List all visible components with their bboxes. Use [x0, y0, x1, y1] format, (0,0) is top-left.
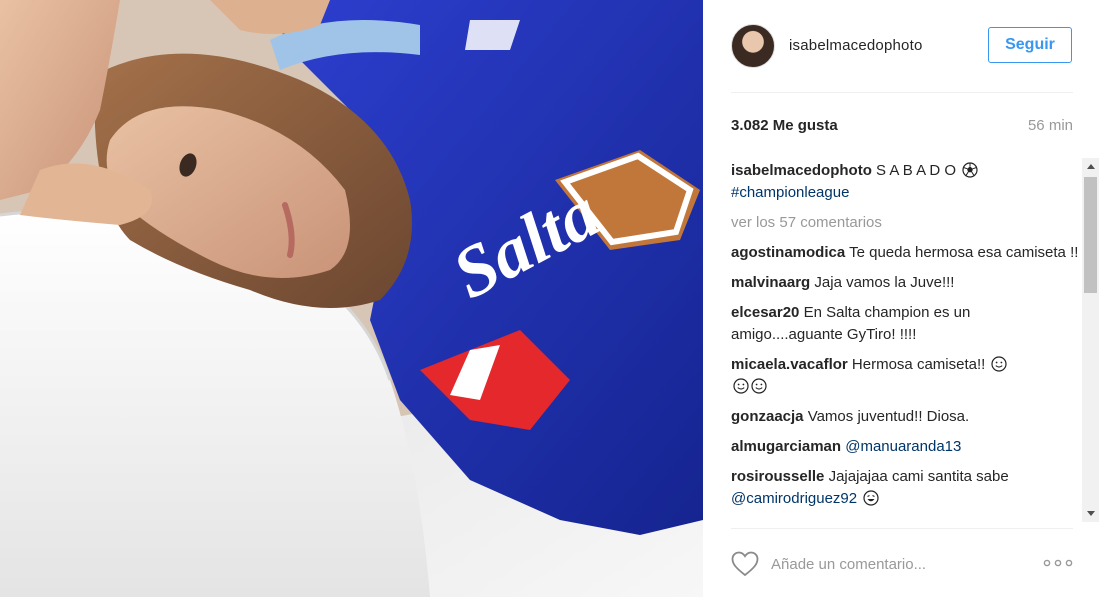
caption-username[interactable]: isabelmacedophoto [731, 162, 872, 179]
scroll-up-arrow-icon[interactable] [1082, 158, 1099, 175]
comment-text: Vamos juventud!! Diosa. [807, 408, 970, 425]
comment-username[interactable]: rosirousselle [731, 468, 824, 485]
comment-list[interactable]: isabelmacedophoto S A B A D O #championl… [731, 160, 1081, 522]
comment-mention[interactable]: @manuaranda13 [845, 438, 961, 455]
comment-text: Jaja vamos la Juve!!! [814, 274, 955, 291]
comment-item: agostinamodica Te queda hermosa esa cami… [731, 242, 1081, 264]
comment-text: Hermosa camiseta!! [851, 356, 986, 373]
comment-username[interactable]: elcesar20 [731, 304, 799, 321]
photo-illustration: Salta [0, 0, 703, 597]
comment-username[interactable]: micaela.vacaflor [731, 356, 848, 373]
comment-item: micaela.vacaflor Hermosa camiseta!! [731, 354, 1081, 398]
comment-input[interactable] [771, 552, 1021, 576]
heart-outline-icon[interactable] [731, 551, 759, 577]
post-header: isabelmacedophoto Seguir [703, 0, 1099, 92]
view-all-comments-link[interactable]: ver los 57 comentarios [731, 212, 1081, 234]
comment-username[interactable]: agostinamodica [731, 244, 845, 261]
more-options-icon[interactable] [1043, 557, 1073, 569]
comment-composer [731, 547, 1073, 581]
comment-scrollbar[interactable] [1082, 158, 1099, 522]
post-meta: 3.082 Me gusta 56 min [731, 117, 1073, 137]
post-photo[interactable]: Salta [0, 0, 703, 597]
comment-username[interactable]: almugarciaman [731, 438, 841, 455]
caption-hashtag[interactable]: #championleague [731, 184, 849, 201]
post-username[interactable]: isabelmacedophoto [789, 37, 923, 54]
soccer-ball-icon [962, 162, 978, 178]
like-count[interactable]: 3.082 Me gusta [731, 117, 838, 134]
laughing-face-icon [863, 490, 879, 506]
comment-item: almugarciaman @manuaranda13 [731, 436, 1081, 458]
smiley-icon [733, 378, 749, 394]
comment-text: Jajajajaa cami santita sabe [828, 468, 1009, 485]
comment-text: Te queda hermosa esa camiseta !! [849, 244, 1079, 261]
caption-text: S A B A D O [876, 162, 957, 179]
comment-item: rosirousselle Jajajajaa cami santita sab… [731, 466, 1081, 510]
comment-mention[interactable]: @camirodriguez92 [731, 490, 857, 507]
scroll-thumb[interactable] [1084, 177, 1097, 293]
smiley-icon [751, 378, 767, 394]
comment-username[interactable]: malvinaarg [731, 274, 810, 291]
comment-username[interactable]: gonzaacja [731, 408, 804, 425]
smiley-icon [991, 356, 1008, 372]
post-time[interactable]: 56 min [1028, 117, 1073, 134]
caption: isabelmacedophoto S A B A D O #championl… [731, 160, 1081, 204]
footer-divider [731, 528, 1073, 529]
scroll-down-arrow-icon[interactable] [1082, 505, 1099, 522]
post-sidebar: isabelmacedophoto Seguir 3.082 Me gusta … [703, 0, 1099, 597]
comment-item: gonzaacja Vamos juventud!! Diosa. [731, 406, 1081, 428]
follow-button[interactable]: Seguir [988, 27, 1072, 63]
header-divider [731, 92, 1073, 93]
comment-item: elcesar20 En Salta champion es un amigo.… [731, 302, 1081, 346]
comment-item: malvinaarg Jaja vamos la Juve!!! [731, 272, 1081, 294]
avatar[interactable] [731, 24, 775, 68]
